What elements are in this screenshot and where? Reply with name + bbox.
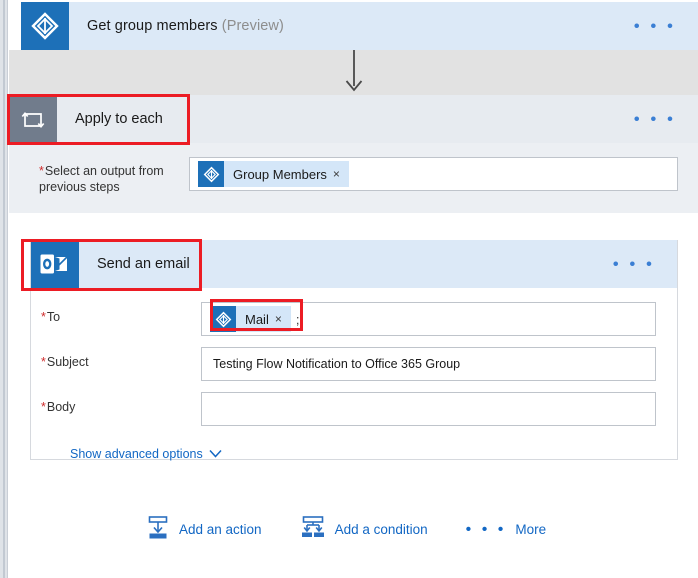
send-an-email-body: *To Mail × ; [31,288,677,463]
add-condition-icon [300,515,326,544]
subject-input[interactable]: Testing Flow Notification to Office 365 … [201,347,656,381]
required-marker: * [39,164,44,178]
show-advanced-options-link[interactable]: Show advanced options [70,447,222,461]
loop-repeat-icon [9,95,57,143]
show-advanced-options-label: Show advanced options [70,447,203,461]
select-output-label: *Select an output from previous steps [39,157,189,195]
required-marker: * [41,400,46,414]
send-an-email-title: Send an email [97,256,190,272]
azure-ad-group-diamond-icon [21,2,69,50]
add-an-action-button[interactable]: Add an action [146,515,262,544]
mail-token[interactable]: Mail × [210,306,291,332]
more-button[interactable]: • • • More [466,522,546,538]
left-edge-rail [0,0,8,578]
body-input[interactable] [201,392,656,426]
field-row-subject: *Subject Testing Flow Notification to Of… [41,347,656,381]
apply-to-each-title: Apply to each [75,111,163,127]
add-a-condition-label: Add a condition [335,522,428,537]
flow-designer-canvas: Get group members (Preview) • • • Apply … [0,0,698,578]
outlook-office365-icon [31,240,79,288]
to-separator: ; [291,312,300,327]
to-label-text: To [47,310,60,324]
azure-ad-group-diamond-icon [210,306,236,332]
required-marker: * [41,310,46,324]
field-row-to: *To Mail × ; [41,302,656,336]
to-input[interactable]: Mail × ; [201,302,656,336]
apply-to-each-header[interactable]: Apply to each • • • [9,95,698,143]
group-members-token-remove-icon[interactable]: × [333,167,349,181]
to-label: *To [41,302,201,325]
flow-action-bar: Add an action Add a condition • • • [0,515,698,544]
apply-to-each-overflow-menu-icon[interactable]: • • • [634,111,676,128]
apply-to-each-card: Apply to each • • • *Select an output fr… [9,95,698,213]
send-an-email-overflow-menu-icon[interactable]: • • • [613,256,655,273]
more-label: More [515,522,546,537]
trigger-preview-label: (Preview) [222,18,284,34]
left-edge-rail-line [3,0,5,578]
required-marker: * [41,355,46,369]
subject-label: *Subject [41,347,201,370]
send-an-email-card: Send an email • • • *To [30,240,678,460]
down-arrow-icon [340,50,368,95]
trigger-card-get-group-members[interactable]: Get group members (Preview) • • • [21,2,698,50]
chevron-down-icon [209,447,222,461]
group-members-token[interactable]: Group Members × [198,161,349,187]
body-label-text: Body [47,400,76,414]
azure-ad-group-diamond-icon [198,161,224,187]
ellipsis-icon: • • • [466,522,507,538]
mail-token-label: Mail [236,312,275,327]
trigger-title: Get group members (Preview) [87,18,284,34]
select-output-label-text: Select an output from previous steps [39,164,164,194]
trigger-overflow-menu-icon[interactable]: • • • [634,18,676,35]
add-action-icon [146,515,170,544]
add-an-action-label: Add an action [179,522,262,537]
group-members-token-label: Group Members [224,167,333,182]
field-row-body: *Body [41,392,656,426]
select-output-input[interactable]: Group Members × [189,157,678,191]
trigger-title-text: Get group members [87,18,218,34]
add-a-condition-button[interactable]: Add a condition [300,515,428,544]
apply-to-each-body: *Select an output from previous steps Gr… [9,143,698,195]
body-label: *Body [41,392,201,415]
subject-label-text: Subject [47,355,89,369]
mail-token-remove-icon[interactable]: × [275,312,291,326]
send-an-email-header[interactable]: Send an email • • • [31,240,677,288]
